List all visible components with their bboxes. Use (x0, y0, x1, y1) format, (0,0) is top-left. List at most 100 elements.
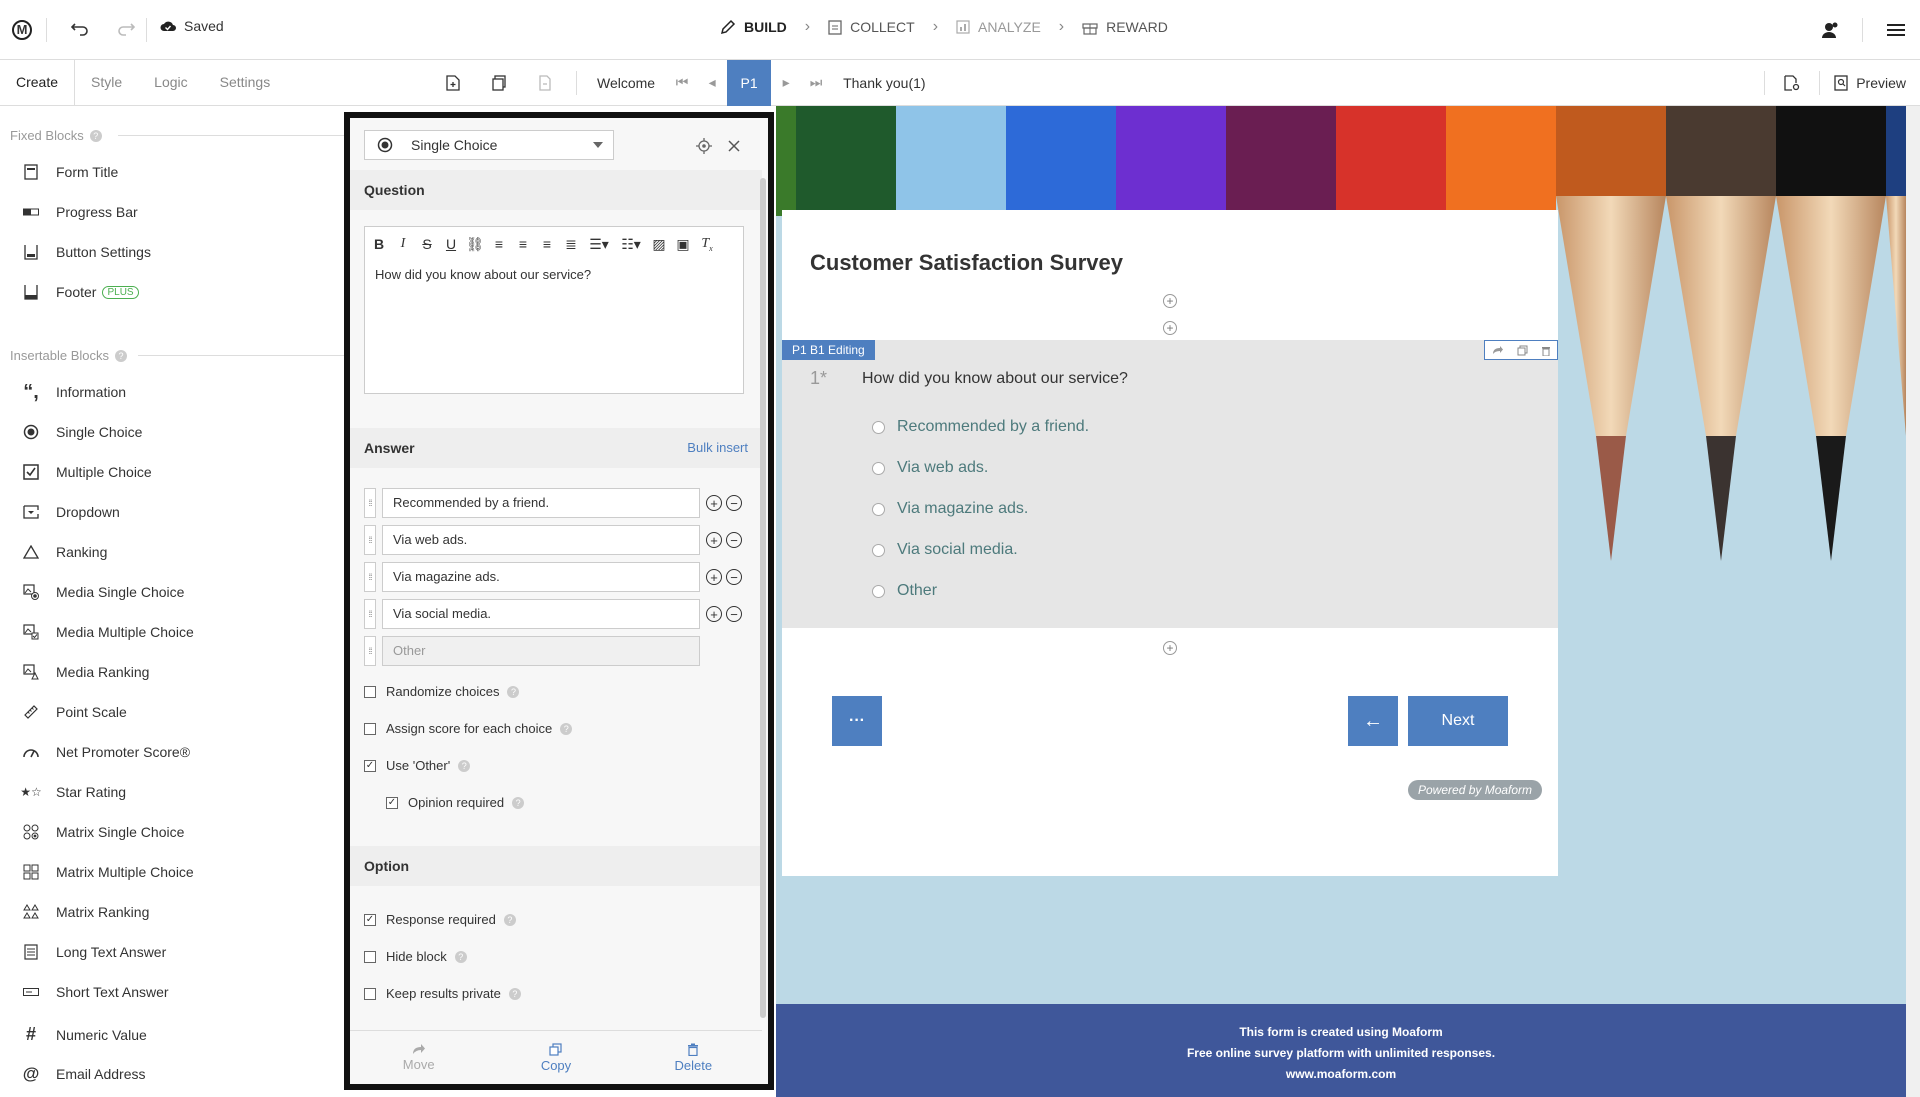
block-media-ranking[interactable]: Media Ranking (20, 664, 149, 680)
block-short-text-answer[interactable]: Short Text Answer (20, 984, 169, 1000)
block-media-multiple-choice[interactable]: Media Multiple Choice (20, 624, 194, 640)
radio-button[interactable] (872, 584, 885, 598)
question-editor[interactable]: B I S U ⛓ ≡ ≡ ≡ ≣ ☰▾ ☷▾ ▨ ▣ Tx How did y… (364, 226, 744, 394)
answer-option[interactable]: Recommended by a friend. (872, 418, 1089, 436)
next-button[interactable]: Next (1408, 696, 1508, 746)
checkbox[interactable] (364, 950, 376, 963)
bold-icon[interactable]: B (369, 236, 389, 252)
checkbox[interactable] (364, 987, 376, 1000)
answer-option[interactable]: Via social media. (872, 541, 1018, 559)
help-icon[interactable]: ? (512, 796, 525, 809)
close-icon[interactable] (720, 132, 748, 160)
tab-settings[interactable]: Settings (204, 60, 287, 105)
drag-handle-icon[interactable]: ⁞⁞ (364, 599, 376, 629)
clear-format-icon[interactable]: Tx (697, 236, 717, 253)
block-progress-bar[interactable]: Progress Bar (20, 204, 138, 220)
page-scrollbar[interactable] (1906, 106, 1920, 1097)
preview-button[interactable]: Preview (1820, 60, 1920, 106)
block-media-single-choice[interactable]: Media Single Choice (20, 584, 184, 600)
answer-option[interactable]: Other (872, 582, 937, 600)
last-page-icon[interactable]: ⏭ (801, 60, 831, 106)
underline-icon[interactable]: U (441, 236, 461, 252)
redo-icon[interactable] (112, 16, 140, 44)
moaform-logo[interactable]: M (12, 20, 32, 40)
block-ranking[interactable]: Ranking (20, 544, 107, 560)
locate-icon[interactable] (690, 132, 718, 160)
answer-input[interactable]: Via magazine ads. (382, 562, 700, 592)
add-page-icon[interactable] (430, 60, 476, 106)
page-welcome[interactable]: Welcome (585, 60, 667, 106)
page-thank-you[interactable]: Thank you(1) (831, 60, 937, 106)
step-build[interactable]: BUILD (720, 19, 787, 35)
checkbox[interactable] (364, 685, 376, 698)
more-button[interactable]: ··· (832, 696, 882, 746)
trash-icon[interactable] (1541, 345, 1551, 356)
image-icon[interactable]: ▨ (649, 236, 669, 253)
help-icon[interactable]: ? (508, 987, 521, 1000)
randomize-choices-option[interactable]: Randomize choices ? (364, 684, 520, 699)
align-left-icon[interactable]: ≡ (489, 236, 509, 252)
copy-button[interactable]: Copy (487, 1031, 624, 1084)
help-icon[interactable]: ? (89, 129, 102, 142)
block-star-rating[interactable]: ★☆ Star Rating (20, 784, 126, 800)
move-icon[interactable] (1492, 345, 1504, 355)
italic-icon[interactable]: I (393, 236, 413, 252)
remove-answer-icon[interactable]: − (726, 495, 742, 511)
tab-create[interactable]: Create (0, 60, 76, 105)
block-net-promoter-score[interactable]: Net Promoter Score® (20, 744, 190, 760)
help-icon[interactable]: ? (503, 913, 516, 926)
remove-answer-icon[interactable]: − (726, 569, 742, 585)
drag-handle-icon[interactable]: ⁞⁞ (364, 562, 376, 592)
block-matrix-multiple-choice[interactable]: Matrix Multiple Choice (20, 864, 194, 880)
page-settings-icon[interactable] (1765, 60, 1819, 106)
step-reward[interactable]: REWARD (1082, 19, 1168, 35)
add-block-icon[interactable]: + (1163, 641, 1177, 655)
powered-by-badge[interactable]: Powered by Moaform (1408, 780, 1543, 800)
keep-results-private-option[interactable]: Keep results private ? (364, 986, 521, 1001)
delete-button[interactable]: Delete (625, 1031, 762, 1084)
undo-icon[interactable] (66, 16, 94, 44)
add-answer-icon[interactable]: + (706, 569, 722, 585)
step-collect[interactable]: COLLECT (828, 19, 915, 35)
form-title[interactable]: Customer Satisfaction Survey (810, 250, 1123, 276)
opinion-required-option[interactable]: ✓ Opinion required ? (386, 795, 525, 810)
help-icon[interactable]: ? (115, 349, 127, 362)
answer-option[interactable]: Via web ads. (872, 459, 988, 477)
page-p1[interactable]: P1 (727, 59, 772, 106)
align-right-icon[interactable]: ≡ (537, 236, 557, 252)
assign-score-option[interactable]: Assign score for each choice ? (364, 721, 573, 736)
block-long-text-answer[interactable]: Long Text Answer (20, 944, 166, 960)
delete-page-icon[interactable] (522, 60, 568, 106)
radio-button[interactable] (872, 543, 885, 557)
link-icon[interactable]: ⛓ (465, 236, 485, 253)
tab-logic[interactable]: Logic (138, 60, 203, 105)
help-icon[interactable]: ? (454, 950, 467, 963)
bulk-insert-link[interactable]: Bulk insert (687, 428, 748, 468)
video-icon[interactable]: ▣ (673, 236, 693, 253)
help-icon[interactable]: ? (507, 685, 520, 698)
block-footer[interactable]: Footer PLUS (20, 284, 139, 300)
radio-button[interactable] (872, 502, 885, 516)
block-matrix-single-choice[interactable]: Matrix Single Choice (20, 824, 184, 840)
answer-input[interactable]: Via web ads. (382, 525, 700, 555)
drag-handle-icon[interactable]: ⁞⁞ (364, 488, 376, 518)
help-icon[interactable]: ? (458, 759, 471, 772)
copy-icon[interactable] (1517, 345, 1528, 356)
block-multiple-choice[interactable]: Multiple Choice (20, 464, 152, 480)
footer-link[interactable]: www.moaform.com (776, 1064, 1906, 1085)
checkbox-checked[interactable]: ✓ (364, 913, 376, 926)
answer-option[interactable]: Via magazine ads. (872, 500, 1028, 518)
answer-input[interactable]: Recommended by a friend. (382, 488, 700, 518)
question-text-input[interactable]: How did you know about our service? (365, 261, 743, 288)
back-button[interactable]: ← (1348, 696, 1398, 746)
step-analyze[interactable]: ANALYZE (956, 19, 1041, 35)
answer-input[interactable]: Via social media. (382, 599, 700, 629)
block-single-choice[interactable]: Single Choice (20, 424, 142, 440)
first-page-icon[interactable]: ⏮ (667, 60, 697, 106)
block-button-settings[interactable]: Button Settings (20, 244, 151, 260)
block-form-title[interactable]: Form Title (20, 164, 118, 180)
strikethrough-icon[interactable]: S (417, 236, 437, 252)
numbered-list-icon[interactable]: ☷▾ (617, 236, 645, 253)
checkbox[interactable] (364, 722, 376, 735)
bullet-list-icon[interactable]: ☰▾ (585, 236, 613, 253)
